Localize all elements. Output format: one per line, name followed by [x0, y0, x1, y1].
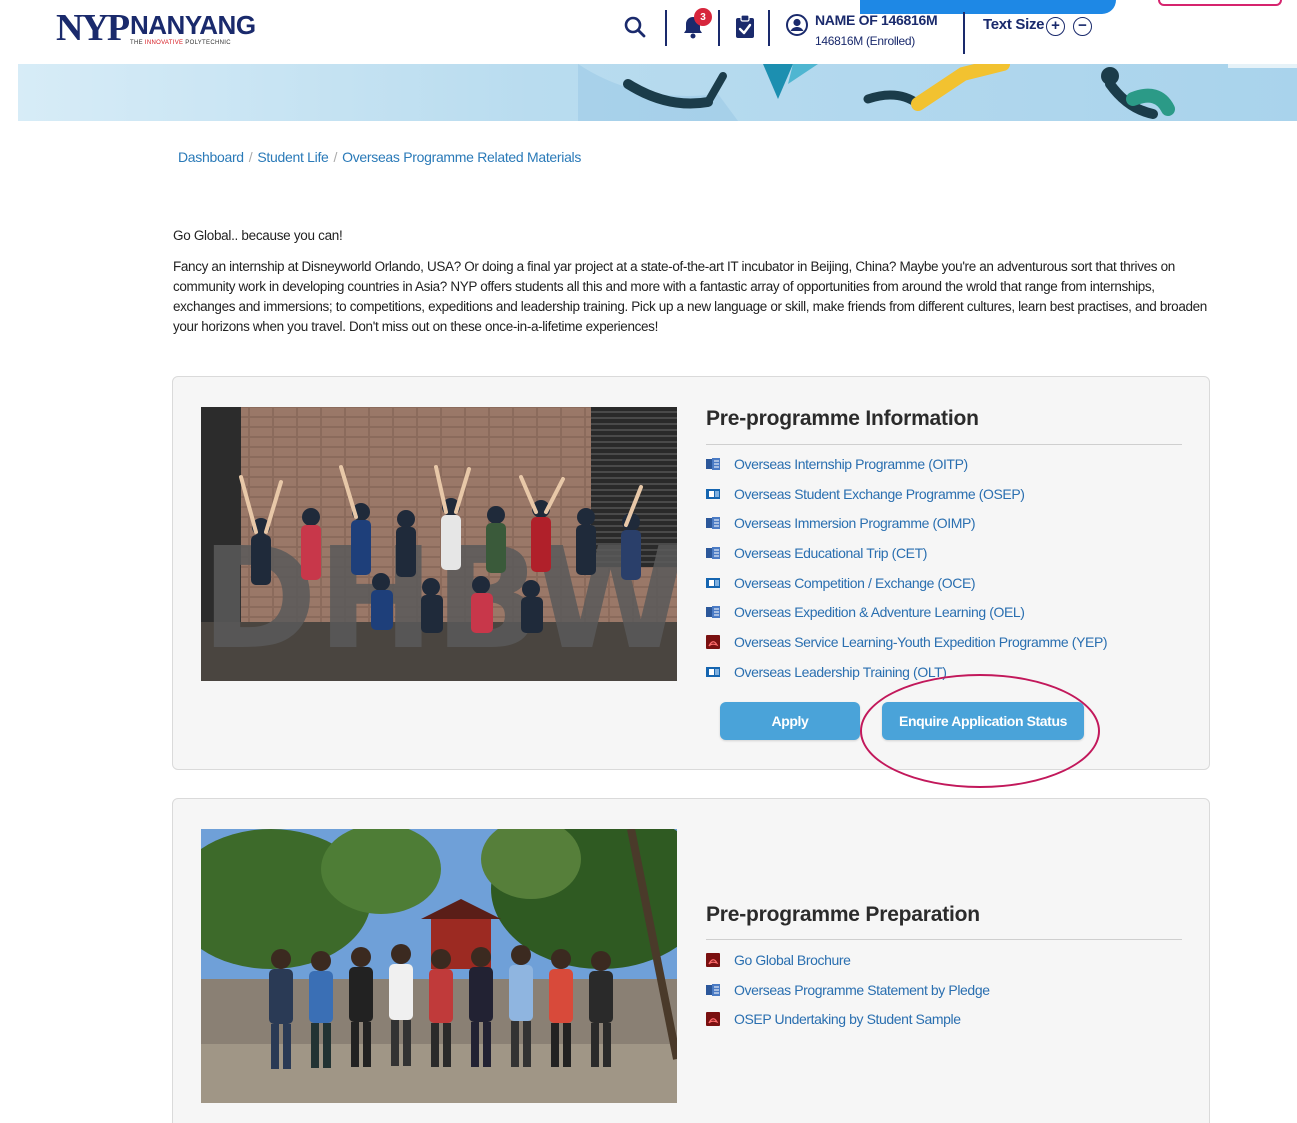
breadcrumb: Dashboard / Student Life / Overseas Programm…	[178, 149, 581, 165]
outlook-doc-icon	[706, 488, 720, 499]
top-accent-outline	[1158, 0, 1282, 6]
text-size-increase-button[interactable]: +	[1046, 17, 1065, 36]
list-item[interactable]: Overseas Competition / Exchange (OCE)	[706, 568, 1107, 598]
breadcrumb-separator: /	[248, 149, 253, 165]
banner-illustration	[578, 64, 1297, 121]
header-divider	[768, 10, 770, 46]
doc-link-cet[interactable]: Overseas Educational Trip (CET)	[734, 545, 927, 561]
doc-link-osep[interactable]: Overseas Student Exchange Programme (OSE…	[734, 486, 1025, 502]
doc-link-go-global-brochure[interactable]: Go Global Brochure	[734, 952, 851, 968]
logo-name: NANYANG	[130, 10, 256, 40]
word-doc-icon	[706, 457, 720, 470]
pdf-icon	[706, 634, 720, 649]
group-photo-dhbw: DHBW	[201, 407, 677, 681]
list-item[interactable]: Go Global Brochure	[706, 945, 990, 975]
search-icon[interactable]	[620, 10, 650, 44]
breadcrumb-student-life[interactable]: Student Life	[257, 149, 328, 165]
user-id-status: 146816M (Enrolled)	[815, 34, 915, 48]
logo-tagline: THE INNOVATIVE POLYTECHNIC	[130, 40, 231, 46]
text-size-decrease-button[interactable]: −	[1073, 17, 1092, 36]
document-list: Go Global Brochure Overseas Programme St…	[706, 945, 990, 1034]
pre-programme-information-card: DHBW Pre	[172, 376, 1210, 770]
clipboard-check-icon[interactable]	[730, 10, 760, 44]
apply-button[interactable]: Apply	[720, 702, 860, 740]
doc-link-olt[interactable]: Overseas Leadership Training (OLT)	[734, 664, 947, 680]
pdf-icon	[706, 952, 720, 967]
user-name[interactable]: NAME OF 146816M	[815, 12, 938, 28]
logo-mark: NYP	[56, 7, 130, 49]
list-item[interactable]: Overseas Educational Trip (CET)	[706, 538, 1107, 568]
pre-programme-preparation-card: Pre-programme Preparation Go Global Broc…	[172, 798, 1210, 1123]
list-item[interactable]: Overseas Leadership Training (OLT)	[706, 657, 1107, 687]
list-item[interactable]: Overseas Immersion Programme (OIMP)	[706, 508, 1107, 538]
doc-link-oce[interactable]: Overseas Competition / Exchange (OCE)	[734, 575, 976, 591]
word-doc-icon	[706, 517, 720, 530]
doc-link-statement-by-pledge[interactable]: Overseas Programme Statement by Pledge	[734, 982, 990, 998]
nyp-logo[interactable]: NYP NANYANG THE INNOVATIVE POLYTECHNIC	[56, 8, 256, 52]
user-avatar-icon[interactable]	[782, 8, 812, 42]
outlook-doc-icon	[706, 577, 720, 588]
enquire-application-status-button[interactable]: Enquire Application Status	[882, 702, 1084, 740]
notification-badge: 3	[694, 8, 712, 26]
section-title: Pre-programme Preparation	[706, 903, 980, 926]
breadcrumb-dashboard[interactable]: Dashboard	[178, 149, 244, 165]
list-item[interactable]: OSEP Undertaking by Student Sample	[706, 1004, 990, 1034]
site-header: NYP NANYANG THE INNOVATIVE POLYTECHNIC 3…	[0, 0, 1297, 64]
section-divider	[706, 444, 1182, 445]
list-item[interactable]: Overseas Expedition & Adventure Learning…	[706, 597, 1107, 627]
doc-link-yep[interactable]: Overseas Service Learning-Youth Expediti…	[734, 634, 1108, 650]
doc-link-osep-undertaking[interactable]: OSEP Undertaking by Student Sample	[734, 1011, 961, 1027]
intro-heading: Go Global.. because you can!	[173, 228, 343, 243]
intro-paragraph: Fancy an internship at Disneyworld Orlan…	[173, 259, 1207, 334]
text-size-label: Text Size	[983, 16, 1045, 33]
list-item[interactable]: Overseas Service Learning-Youth Expediti…	[706, 627, 1108, 657]
doc-link-oitp[interactable]: Overseas Internship Programme (OITP)	[734, 456, 968, 472]
doc-link-oimp[interactable]: Overseas Immersion Programme (OIMP)	[734, 515, 976, 531]
section-title: Pre-programme Information	[706, 407, 979, 430]
header-divider	[718, 10, 720, 46]
document-list: Overseas Internship Programme (OITP) Ove…	[706, 449, 1108, 687]
word-doc-icon	[706, 546, 720, 559]
hero-banner	[18, 64, 1297, 121]
word-doc-icon	[706, 606, 720, 619]
section-divider	[706, 939, 1182, 940]
list-item[interactable]: Overseas Internship Programme (OITP)	[706, 449, 1107, 479]
outlook-doc-icon	[706, 666, 720, 677]
list-item[interactable]: Overseas Student Exchange Programme (OSE…	[706, 479, 1107, 509]
word-doc-icon	[706, 983, 720, 996]
pdf-icon	[706, 1012, 720, 1027]
group-photo-temple	[201, 829, 677, 1103]
breadcrumb-current-page[interactable]: Overseas Programme Related Materials	[342, 149, 581, 165]
header-divider	[665, 10, 667, 46]
breadcrumb-separator: /	[333, 149, 338, 165]
doc-link-oel[interactable]: Overseas Expedition & Adventure Learning…	[734, 604, 1025, 620]
list-item[interactable]: Overseas Programme Statement by Pledge	[706, 975, 990, 1005]
header-divider	[963, 12, 965, 54]
